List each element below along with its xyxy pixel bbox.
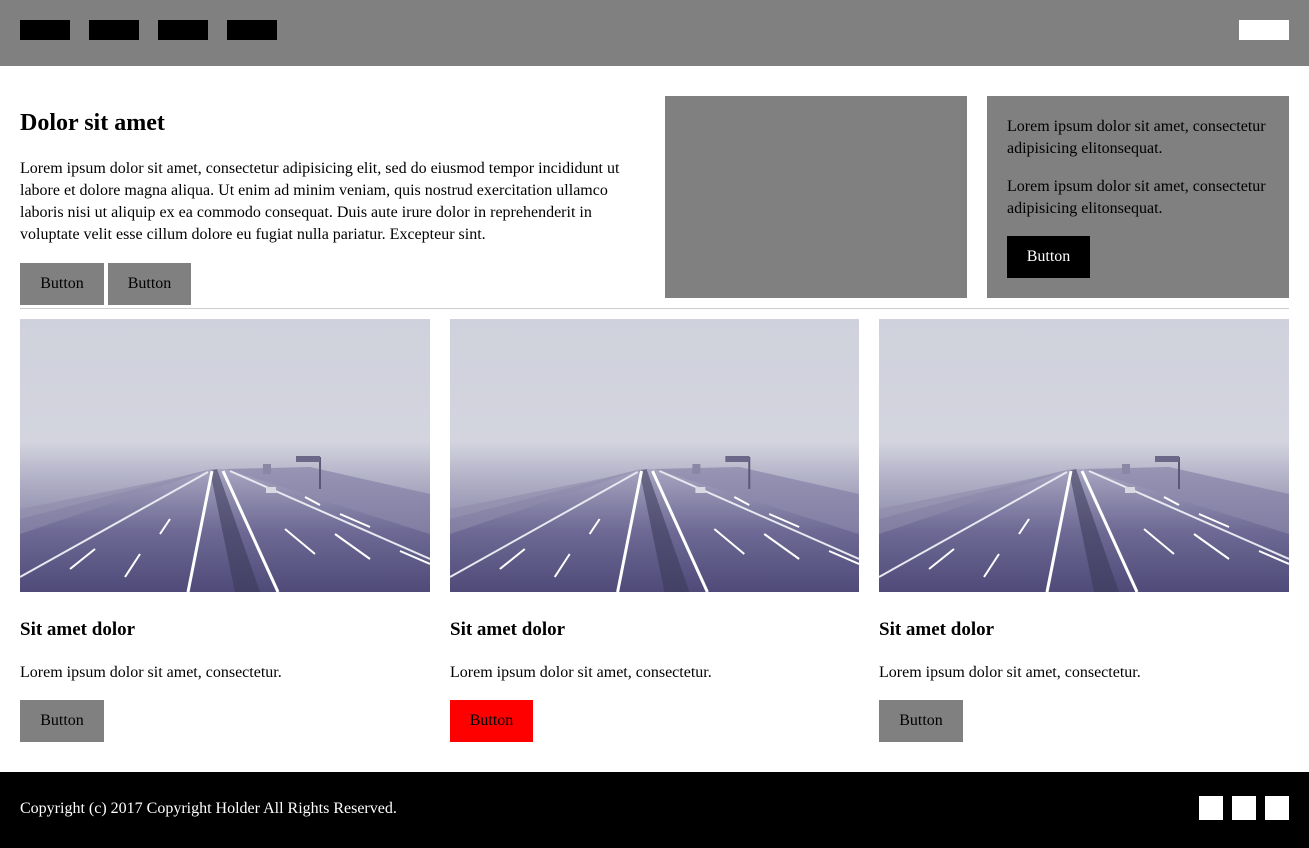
social-link-2-icon[interactable] — [1232, 796, 1256, 820]
hero-secondary-button[interactable]: Button — [108, 263, 191, 305]
card: Sit amet dolor Lorem ipsum dolor sit ame… — [450, 319, 859, 742]
copyright-text: Copyright (c) 2017 Copyright Holder All … — [20, 800, 397, 817]
card-text: Lorem ipsum dolor sit amet, consectetur. — [20, 664, 282, 681]
site-footer: Copyright (c) 2017 Copyright Holder All … — [0, 772, 1309, 848]
info-paragraph-2: Lorem ipsum dolor sit amet, consectetur … — [1007, 178, 1266, 217]
card-text: Lorem ipsum dolor sit amet, consectetur. — [450, 664, 712, 681]
nav-item-4[interactable] — [227, 20, 277, 40]
nav-item-1[interactable] — [20, 20, 70, 40]
nav-item-2[interactable] — [89, 20, 139, 40]
card-title: Sit amet dolor — [450, 619, 566, 640]
hero-media-placeholder — [665, 96, 967, 298]
section-divider — [20, 308, 1289, 309]
hero-title: Dolor sit amet — [20, 110, 165, 136]
hero-primary-button[interactable]: Button — [20, 263, 104, 305]
card-title: Sit amet dolor — [20, 619, 136, 640]
info-paragraph-1: Lorem ipsum dolor sit amet, consectetur … — [1007, 118, 1266, 157]
card-button[interactable]: Button — [20, 700, 104, 742]
site-header — [0, 0, 1309, 66]
hero-text: Lorem ipsum dolor sit amet, consectetur … — [20, 160, 620, 243]
card-image — [20, 319, 430, 592]
info-button[interactable]: Button — [1007, 236, 1090, 278]
social-link-3-icon[interactable] — [1265, 796, 1289, 820]
header-action-button[interactable] — [1239, 20, 1289, 40]
info-box: Lorem ipsum dolor sit amet, consectetur … — [987, 96, 1289, 298]
card: Sit amet dolor Lorem ipsum dolor sit ame… — [879, 319, 1289, 742]
nav-item-3[interactable] — [158, 20, 208, 40]
card-text: Lorem ipsum dolor sit amet, consectetur. — [879, 664, 1141, 681]
card-image — [450, 319, 859, 592]
card-image — [879, 319, 1289, 592]
card: Sit amet dolor Lorem ipsum dolor sit ame… — [20, 319, 430, 742]
card-button-highlighted[interactable]: Button — [450, 700, 533, 742]
card-button[interactable]: Button — [879, 700, 963, 742]
social-link-1-icon[interactable] — [1199, 796, 1223, 820]
card-title: Sit amet dolor — [879, 619, 995, 640]
